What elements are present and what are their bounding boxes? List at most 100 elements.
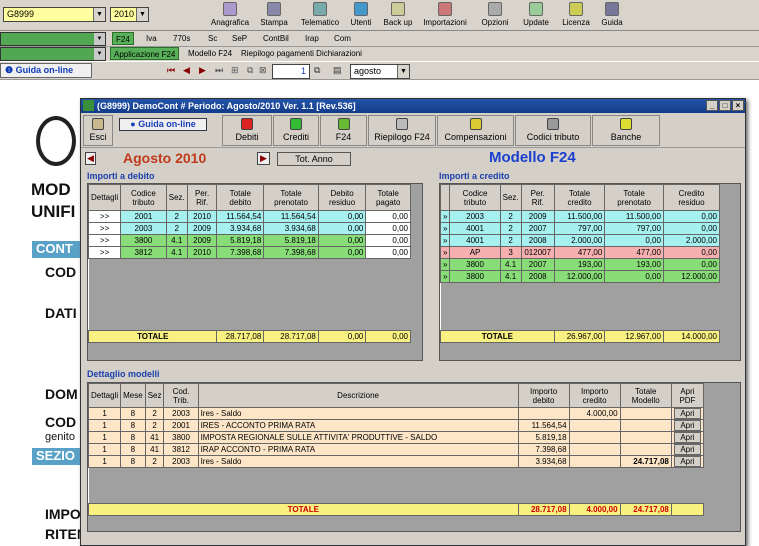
models-header-row: Dettagli Mese Sez Cod. Trib. Descrizione Impo… — [87, 383, 705, 408]
detail-button[interactable]: » — [439, 258, 451, 271]
delete-icon[interactable]: ⊠ — [259, 66, 268, 75]
next-page-icon[interactable]: ▶ — [199, 66, 208, 75]
cell-pag[interactable]: 0,00 — [365, 222, 411, 235]
f24-button[interactable]: F24 — [320, 115, 367, 146]
chevron-down-icon[interactable]: ▼ — [136, 8, 148, 21]
tab-contbil[interactable]: ContBil — [260, 32, 292, 45]
detail-button[interactable]: » — [439, 246, 451, 259]
empty-cell — [449, 306, 501, 319]
importazioni-button[interactable]: Importazioni — [420, 1, 470, 30]
empty-cell — [500, 306, 522, 319]
banche-button[interactable]: Banche — [592, 115, 660, 146]
tab-sc[interactable]: Sc — [205, 32, 220, 45]
prev-page-icon[interactable]: ◀ — [183, 66, 192, 75]
anagrafica-button[interactable]: Anagrafica — [208, 1, 252, 30]
last-page-icon[interactable]: ⏭ — [215, 66, 224, 75]
crediti-icon — [290, 118, 302, 130]
detail-button[interactable]: >> — [87, 210, 122, 223]
detail-button[interactable]: 1 — [87, 407, 122, 420]
guida-button[interactable]: Guida — [599, 1, 625, 30]
telematico-button[interactable]: Telematico — [298, 1, 342, 30]
detail-button[interactable]: » — [439, 222, 451, 235]
chevron-down-icon[interactable]: ▼ — [94, 48, 105, 60]
submenu-applicazione[interactable]: Applicazione F24 — [110, 47, 180, 60]
open-pdf-button[interactable]: Apri — [673, 444, 701, 455]
empty-cell — [366, 307, 411, 319]
cell-pag[interactable]: 0,00 — [365, 246, 411, 259]
crediti-button[interactable]: Crediti — [273, 115, 319, 146]
dialog-guide-button[interactable]: ● Guida on-line — [119, 118, 207, 131]
submenu-row: ▼ Applicazione F24 Modello F24 Riepilogo… — [0, 47, 759, 61]
open-pdf-button[interactable]: Apri — [673, 432, 701, 443]
cell-pag[interactable]: 0,00 — [365, 210, 411, 223]
tab-f24[interactable]: F24 — [112, 32, 134, 45]
cell-per: 2010 — [186, 210, 218, 223]
detail-button[interactable]: >> — [87, 246, 122, 259]
chevron-down-icon[interactable]: ▼ — [397, 65, 409, 78]
chevron-down-icon[interactable]: ▼ — [94, 33, 105, 45]
cell-pag[interactable]: 0,00 — [365, 234, 411, 247]
column-header: Totale prenotato — [604, 184, 664, 211]
month-select[interactable]: agosto ▼ — [350, 64, 410, 79]
detail-button[interactable]: » — [439, 210, 451, 223]
copy-icon[interactable]: ⧉ — [247, 66, 256, 75]
exit-button[interactable]: Esci — [83, 115, 113, 146]
tab-com[interactable]: Com — [331, 32, 354, 45]
detail-button[interactable]: 1 — [87, 419, 122, 432]
cell-pren: 7.398,68 — [263, 246, 319, 259]
cell-desc: Ires - Saldo — [197, 407, 519, 420]
chevron-down-icon[interactable]: ▼ — [93, 8, 105, 21]
opzioni-button[interactable]: Opzioni — [478, 1, 512, 30]
detail-button[interactable]: 1 — [87, 431, 122, 444]
duplicate-icon[interactable]: ⧉ — [314, 66, 323, 75]
detail-button[interactable]: >> — [87, 234, 122, 247]
codici-tributo-button[interactable]: Codici tributo — [515, 115, 591, 146]
stampa-button[interactable]: Stampa — [256, 1, 292, 30]
models-table: Dettagli Mese Sez Cod. Trib. Descrizione Impo… — [87, 383, 705, 516]
detail-button[interactable]: 1 — [87, 455, 122, 468]
next-period-button[interactable]: ▶ — [257, 152, 270, 165]
total-label: TOTALE — [87, 330, 218, 343]
maximize-button[interactable]: □ — [719, 100, 731, 111]
tab-770s[interactable]: 770s — [170, 32, 193, 45]
open-pdf-button[interactable]: Apri — [673, 420, 701, 431]
compensazioni-button[interactable]: Compensazioni — [437, 115, 514, 146]
cell-deb: 7.398,68 — [517, 443, 570, 456]
guide-button[interactable]: ❶ Guida on-line — [0, 63, 92, 78]
tab-irap[interactable]: Irap — [302, 32, 322, 45]
prev-period-button[interactable]: ◀ — [85, 152, 96, 165]
tab-iva[interactable]: Iva — [143, 32, 160, 45]
anagrafica-icon — [223, 2, 237, 16]
cell-sez: 2 — [499, 210, 522, 223]
detail-button[interactable]: » — [439, 270, 451, 283]
cell-res: 0,00 — [317, 210, 367, 223]
submodule-select[interactable]: ▼ — [0, 47, 106, 61]
backup-button[interactable]: Back up — [381, 1, 415, 30]
year-select[interactable]: 2010 ▼ — [110, 7, 149, 22]
update-button[interactable]: Update — [519, 1, 553, 30]
tab-sep[interactable]: SeP — [229, 32, 250, 45]
new-record-icon[interactable]: ⊞ — [231, 66, 240, 75]
submenu-riepilogo[interactable]: Riepilogo pagamenti Dichiarazioni — [238, 47, 365, 60]
client-select[interactable]: G8999 ▼ — [3, 7, 106, 22]
detail-button[interactable]: >> — [87, 222, 122, 235]
close-button[interactable]: × — [732, 100, 744, 111]
empty-cell — [187, 283, 217, 295]
submenu-modello[interactable]: Modello F24 — [185, 47, 235, 60]
list-icon[interactable]: ▤ — [333, 66, 342, 75]
first-page-icon[interactable]: ⏮ — [167, 66, 176, 75]
open-pdf-button[interactable]: Apri — [673, 408, 701, 419]
module-select[interactable]: ▼ — [0, 32, 106, 46]
utenti-button[interactable]: Utenti — [346, 1, 376, 30]
detail-button[interactable]: 1 — [87, 443, 122, 456]
page-field[interactable]: 1 — [272, 64, 310, 79]
riepilogo-f24-button[interactable]: Riepilogo F24 — [368, 115, 436, 146]
licenza-button[interactable]: Licenza — [561, 1, 591, 30]
column-header: Sez. — [165, 184, 188, 211]
minimize-button[interactable]: _ — [706, 100, 718, 111]
open-pdf-button[interactable]: Apri — [673, 456, 701, 467]
detail-button[interactable]: » — [439, 234, 451, 247]
annual-total-button[interactable]: Tot. Anno — [277, 152, 351, 166]
period-label: Agosto 2010 — [123, 150, 207, 166]
debiti-button[interactable]: Debiti — [222, 115, 272, 146]
